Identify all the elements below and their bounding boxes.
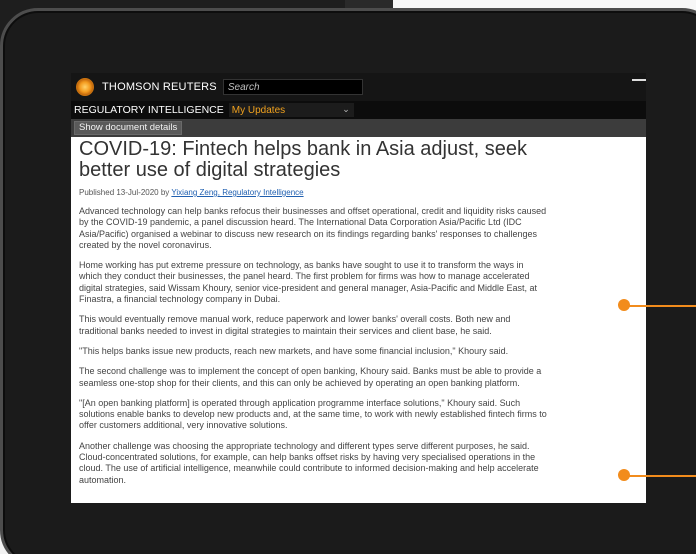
callout-dot bbox=[618, 469, 630, 481]
updates-dropdown[interactable]: My Updates ⌄ bbox=[228, 103, 354, 117]
article-title: COVID-19: Fintech helps bank in Asia adj… bbox=[79, 138, 528, 181]
section-bar: REGULATORY INTELLIGENCE My Updates ⌄ bbox=[71, 101, 646, 119]
chevron-down-icon: ⌄ bbox=[342, 104, 350, 114]
top-bar: THOMSON REUTERS bbox=[71, 73, 646, 101]
thomson-reuters-logo-icon bbox=[76, 78, 94, 96]
article-paragraph: "This helps banks issue new products, re… bbox=[79, 345, 509, 356]
published-text: Published 13-Jul-2020 by bbox=[79, 188, 172, 197]
brand-name: THOMSON REUTERS bbox=[102, 81, 217, 93]
article-paragraph: This would eventually remove manual work… bbox=[79, 314, 511, 336]
document-toolbar: Show document details bbox=[71, 119, 646, 137]
callout-dot bbox=[618, 299, 630, 311]
section-title: REGULATORY INTELLIGENCE bbox=[74, 104, 224, 116]
article-byline: Published 13-Jul-2020 by Yixiang Zeng, R… bbox=[79, 188, 638, 197]
article-paragraph: The second challenge was to implement th… bbox=[79, 366, 542, 388]
callout-line bbox=[624, 305, 696, 307]
article-paragraph: "[An open banking platform] is operated … bbox=[79, 397, 547, 431]
show-document-details-button[interactable]: Show document details bbox=[74, 121, 183, 135]
tablet-frame: THOMSON REUTERS REGULATORY INTELLIGENCE … bbox=[0, 8, 696, 554]
article-body: COVID-19: Fintech helps bank in Asia adj… bbox=[71, 137, 646, 503]
search-input[interactable] bbox=[222, 79, 363, 95]
callout-line bbox=[624, 475, 696, 477]
article-paragraph: Another challenge was choosing the appro… bbox=[79, 440, 539, 485]
updates-dropdown-value: My Updates bbox=[231, 104, 286, 116]
article-paragraph: Advanced technology can help banks refoc… bbox=[79, 206, 547, 250]
window-control-icon[interactable] bbox=[632, 79, 646, 81]
article-paragraph: Home working has put extreme pressure on… bbox=[79, 260, 538, 305]
tablet-screen: THOMSON REUTERS REGULATORY INTELLIGENCE … bbox=[71, 73, 646, 503]
author-link[interactable]: Yixiang Zeng, Regulatory Intelligence bbox=[171, 188, 303, 197]
